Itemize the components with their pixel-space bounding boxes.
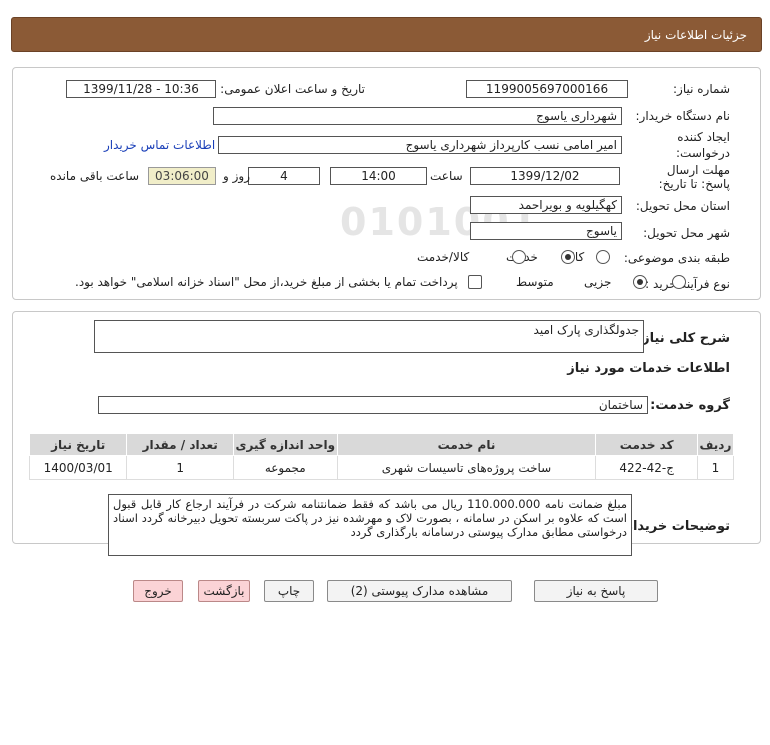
col-code-header: کد خدمت [595, 433, 698, 456]
back-button[interactable]: بازگشت [198, 580, 250, 602]
category-label: طبقه بندی موضوعی: [623, 251, 730, 265]
page-title: جزئیات اطلاعات نیاز [644, 28, 747, 42]
deadline-time-label: ساعت [430, 169, 463, 183]
creator-label: ایجاد کننده درخواست: [650, 129, 730, 161]
category-goods-service-radio[interactable] [511, 250, 526, 264]
buyer-notes-label: توضیحات خریدار: [620, 519, 730, 534]
cell-row: 1 [696, 455, 735, 480]
province-label: استان محل تحویل: [635, 199, 730, 213]
deadline-date-field: 1399/12/02 [470, 167, 620, 185]
creator-field: امیر امامی نسب کارپرداز شهرداری یاسوج [218, 136, 622, 154]
reply-to-need-button[interactable]: پاسخ به نیاز [534, 580, 658, 602]
services-heading: اطلاعات خدمات مورد نیاز [567, 361, 730, 376]
city-label: شهر محل تحویل: [643, 226, 730, 240]
buyer-org-field: شهرداری یاسوج [213, 107, 622, 125]
cell-qty: 1 [126, 455, 235, 480]
need-number-field: 1199005697000166 [466, 80, 628, 98]
buyer-notes-field: مبلغ ضمانت نامه 110.000.000 ریال می باشد… [108, 494, 632, 556]
remaining-time-label: ساعت باقی مانده [50, 169, 140, 183]
view-attachments-button[interactable]: مشاهده مدارک پیوستی (2) [327, 580, 512, 602]
cell-name: ساخت پروژه‌های تاسیسات شهری [336, 455, 597, 480]
print-button[interactable]: چاپ [264, 580, 314, 602]
announce-date-field: 1399/11/28 - 10:36 [66, 80, 216, 98]
table-row: 1 ج-42-422 ساخت پروژه‌های تاسیسات شهری م… [28, 455, 735, 480]
category-service-radio[interactable] [560, 250, 575, 264]
category-goods-service-label: کالا/خدمت [417, 250, 470, 264]
col-name-header: نام خدمت [336, 433, 597, 456]
page-title-bar: جزئیات اطلاعات نیاز [11, 17, 762, 52]
creator-label-text: ایجاد کننده درخواست: [676, 130, 730, 160]
remaining-time-field: 03:06:00 [148, 167, 216, 185]
process-type-label: نوع فرآیند خرید : [645, 277, 730, 291]
cell-code: ج-42-422 [595, 455, 698, 480]
cell-date: 1400/03/01 [28, 455, 128, 480]
process-minor-label: جزیی [584, 275, 612, 289]
days-remaining-field: 4 [248, 167, 320, 185]
service-group-label: گروه خدمت: [650, 398, 730, 413]
announce-date-label: تاریخ و ساعت اعلان عمومی: [220, 82, 365, 96]
deadline-time-field: 14:00 [330, 167, 427, 185]
col-date-header: تاریخ نیاز [28, 433, 128, 456]
category-goods-radio[interactable] [596, 250, 610, 264]
exit-button[interactable]: خروج [133, 580, 183, 602]
services-table: ردیف کد خدمت نام خدمت واحد اندازه گیری ت… [28, 433, 735, 480]
col-unit-header: واحد اندازه گیری [233, 433, 338, 456]
treasury-payment-checkbox[interactable] [468, 275, 482, 289]
table-header-row: ردیف کد خدمت نام خدمت واحد اندازه گیری ت… [28, 433, 735, 456]
summary-label: شرح کلی نیاز: [636, 331, 730, 346]
province-field: کهگیلویه و بویراحمد [470, 196, 622, 214]
process-medium-label: متوسط [516, 275, 554, 289]
treasury-payment-note: پرداخت تمام یا بخشی از مبلغ خرید،از محل … [75, 275, 458, 289]
buyer-org-label: نام دستگاه خریدار: [635, 109, 731, 123]
service-group-field: ساختمان [98, 396, 648, 414]
city-field: یاسوج [470, 222, 622, 240]
deadline-label-text: مهلت ارسال پاسخ: تا تاریخ: [658, 163, 730, 191]
deadline-label: مهلت ارسال پاسخ: تا تاریخ: [645, 163, 730, 191]
days-label: روز و [223, 169, 250, 183]
col-qty-header: تعداد / مقدار [126, 433, 235, 456]
need-number-label: شماره نیاز: [673, 82, 730, 96]
summary-field: جدولگذاری پارک امید [94, 320, 644, 353]
cell-unit: مجموعه [233, 455, 338, 480]
col-row-header: ردیف [696, 433, 735, 456]
buyer-contact-link[interactable]: اطلاعات تماس خریدار [104, 138, 215, 152]
